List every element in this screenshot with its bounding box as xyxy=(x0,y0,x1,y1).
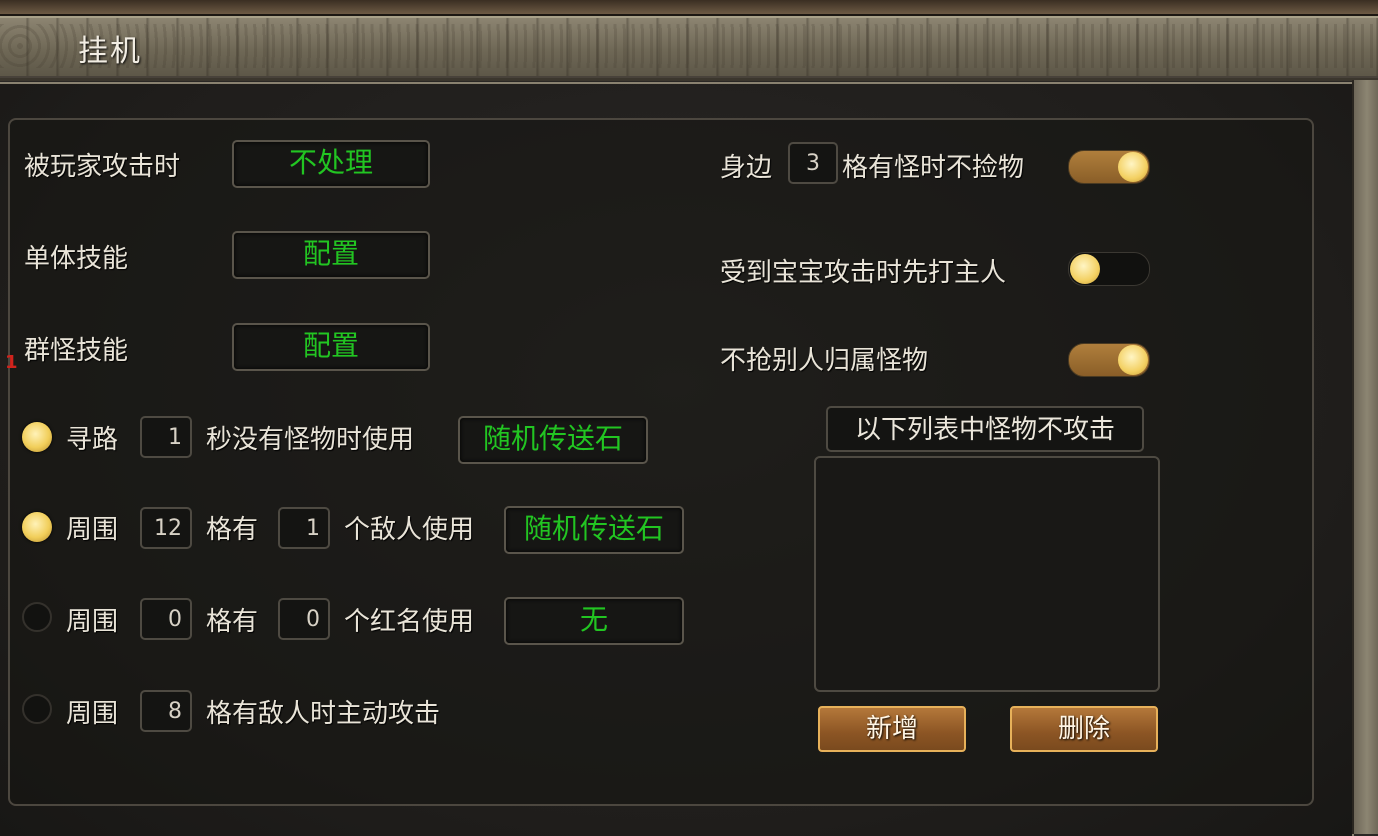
toggle-knob xyxy=(1118,152,1148,182)
no-steal-label: 不抢别人归属怪物 xyxy=(720,346,929,376)
ignore-monster-list[interactable] xyxy=(814,456,1160,692)
pet-attack-toggle[interactable] xyxy=(1068,252,1150,286)
enemy-use-label: 个敌人使用 xyxy=(344,515,475,545)
auto-attack-range-input[interactable]: 8 xyxy=(140,690,192,732)
no-steal-toggle[interactable] xyxy=(1068,343,1150,377)
redname-around-label: 周围 xyxy=(66,607,119,637)
enemy-range-input[interactable]: 12 xyxy=(140,507,192,549)
redname-grid-label: 格有 xyxy=(206,607,259,637)
auto-attack-radio[interactable] xyxy=(22,694,52,724)
pet-attack-label: 受到宝宝攻击时先打主人 xyxy=(720,258,1007,288)
redname-radio[interactable] xyxy=(22,602,52,632)
enemy-around-label: 周围 xyxy=(66,515,119,545)
add-button[interactable]: 新增 xyxy=(818,706,966,752)
nopick-label-suffix: 格有怪时不捡物 xyxy=(842,153,1025,183)
redname-item-select[interactable]: 无 xyxy=(504,597,684,645)
group-skill-config-button[interactable]: 配置 xyxy=(232,323,430,371)
player-attack-label: 被玩家攻击时 xyxy=(24,152,181,182)
single-skill-config-button[interactable]: 配置 xyxy=(232,231,430,279)
toggle-knob xyxy=(1118,345,1148,375)
delete-button[interactable]: 删除 xyxy=(1010,706,1158,752)
redname-use-label: 个红名使用 xyxy=(344,607,475,637)
top-frame-strip xyxy=(0,0,1378,16)
enemy-radio[interactable] xyxy=(22,512,52,542)
pathfind-seconds-input[interactable]: 1 xyxy=(140,416,192,458)
enemy-item-select[interactable]: 随机传送石 xyxy=(504,506,684,554)
pathfind-radio[interactable] xyxy=(22,422,52,452)
red-mark: 1 xyxy=(5,352,18,373)
single-skill-label: 单体技能 xyxy=(24,244,129,274)
enemy-count-input[interactable]: 1 xyxy=(278,507,330,549)
auto-attack-around-label: 周围 xyxy=(66,699,119,729)
title-bar-ornament xyxy=(0,24,1378,68)
nopick-toggle[interactable] xyxy=(1068,150,1150,184)
player-attack-select[interactable]: 不处理 xyxy=(232,140,430,188)
right-frame-border xyxy=(1352,80,1378,834)
auto-attack-desc-label: 格有敌人时主动攻击 xyxy=(206,699,441,729)
window-title-bar xyxy=(0,16,1378,81)
toggle-knob xyxy=(1070,254,1100,284)
window-title: 挂机 xyxy=(78,34,142,69)
nopick-range-input[interactable]: 3 xyxy=(788,142,838,184)
pathfind-item-select[interactable]: 随机传送石 xyxy=(458,416,648,464)
enemy-grid-label: 格有 xyxy=(206,515,259,545)
redname-range-input[interactable]: 0 xyxy=(140,598,192,640)
group-skill-label: 群怪技能 xyxy=(24,336,129,366)
pathfind-desc-label: 秒没有怪物时使用 xyxy=(206,425,415,455)
pathfind-label: 寻路 xyxy=(66,425,119,455)
nopick-label-prefix: 身边 xyxy=(720,153,773,183)
ignore-list-header: 以下列表中怪物不攻击 xyxy=(826,406,1144,452)
redname-count-input[interactable]: 0 xyxy=(278,598,330,640)
